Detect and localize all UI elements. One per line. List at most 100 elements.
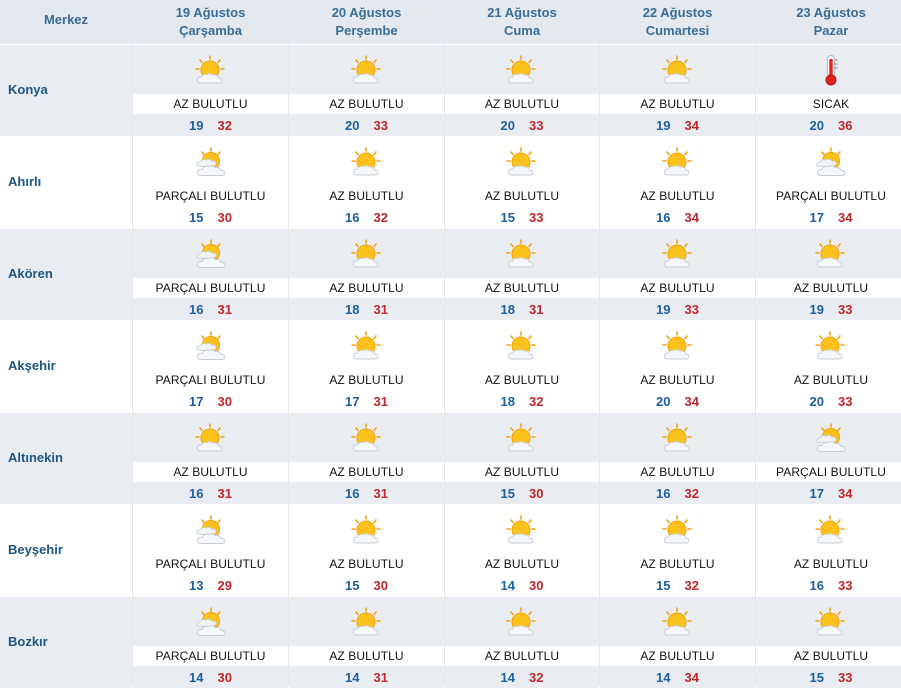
temperature-range: 19 32 <box>133 114 288 136</box>
max-temperature: 33 <box>838 577 853 593</box>
city-cell[interactable]: Akören <box>0 228 132 320</box>
forecast-cell: AZ BULUTLU 16 31 <box>289 412 444 504</box>
min-temperature: 16 <box>656 209 671 225</box>
temperature-range: 15 33 <box>445 206 599 228</box>
partly-sunny-icon <box>445 321 599 370</box>
temperature-range: 19 33 <box>756 298 901 320</box>
city-cell[interactable]: Beyşehir <box>0 504 132 596</box>
forecast-cell: AZ BULUTLU 16 32 <box>289 136 444 228</box>
min-temperature: 19 <box>656 301 671 317</box>
thermometer-hot-icon <box>756 45 901 94</box>
max-temperature: 32 <box>684 485 699 501</box>
forecast-cell: AZ BULUTLU 16 32 <box>600 412 755 504</box>
partly-sunny-icon <box>289 321 444 370</box>
max-temperature: 33 <box>838 301 853 317</box>
weather-description: AZ BULUTLU <box>600 462 755 482</box>
header-date: 21 Ağustos <box>487 5 557 20</box>
weather-description: AZ BULUTLU <box>445 646 599 666</box>
min-temperature: 15 <box>500 209 515 225</box>
max-temperature: 31 <box>373 485 388 501</box>
city-name[interactable]: Akören <box>8 266 53 281</box>
city-name[interactable]: Altınekin <box>8 450 63 465</box>
forecast-cell: AZ BULUTLU 20 33 <box>445 44 599 136</box>
city-name[interactable]: Ahırlı <box>8 174 41 189</box>
max-temperature: 30 <box>217 209 232 225</box>
weather-description: AZ BULUTLU <box>600 94 755 114</box>
weather-description: AZ BULUTLU <box>289 646 444 666</box>
partly-sunny-icon <box>756 321 901 370</box>
weather-description: SICAK <box>756 94 901 114</box>
partly-sunny-icon <box>289 505 444 554</box>
min-temperature: 17 <box>809 485 824 501</box>
partly-sunny-icon <box>289 137 444 186</box>
city-cell[interactable]: Ahırlı <box>0 136 132 228</box>
forecast-cell: AZ BULUTLU 16 34 <box>600 136 755 228</box>
city-name[interactable]: Akşehir <box>8 358 56 373</box>
temperature-range: 20 34 <box>600 390 755 412</box>
forecast-cell: AZ BULUTLU 18 32 <box>445 320 599 412</box>
weather-description: AZ BULUTLU <box>289 94 444 114</box>
temperature-range: 16 31 <box>133 482 288 504</box>
min-temperature: 16 <box>189 485 204 501</box>
min-temperature: 20 <box>656 393 671 409</box>
forecast-cell: AZ BULUTLU 15 30 <box>445 412 599 504</box>
forecast-cell: AZ BULUTLU 20 33 <box>289 44 444 136</box>
partly-sunny-icon <box>756 229 901 278</box>
partly-cloudy-icon <box>756 413 901 462</box>
partly-cloudy-icon <box>133 137 288 186</box>
header-merkez: Merkez <box>0 0 132 44</box>
header-weekday: Cuma <box>503 23 541 38</box>
weather-description: AZ BULUTLU <box>600 370 755 390</box>
partly-sunny-icon <box>445 137 599 186</box>
max-temperature: 31 <box>217 301 232 317</box>
city-name[interactable]: Konya <box>8 82 48 97</box>
weather-description: AZ BULUTLU <box>133 94 288 114</box>
temperature-range: 18 32 <box>445 390 599 412</box>
min-temperature: 14 <box>345 669 360 685</box>
forecast-cell: SICAK 20 36 <box>756 44 901 136</box>
forecast-cell: AZ BULUTLU 18 31 <box>289 228 444 320</box>
weather-description: AZ BULUTLU <box>600 646 755 666</box>
max-temperature: 30 <box>373 577 388 593</box>
min-temperature: 16 <box>345 485 360 501</box>
max-temperature: 31 <box>373 393 388 409</box>
forecast-cell: AZ BULUTLU 17 31 <box>289 320 444 412</box>
min-temperature: 18 <box>500 301 515 317</box>
header-weekday: Cumartesi <box>645 23 710 38</box>
city-cell[interactable]: Altınekin <box>0 412 132 504</box>
partly-sunny-icon <box>133 413 288 462</box>
forecast-table: Merkez 19 Ağustos Çarşamba 20 Ağustos Pe… <box>0 0 901 688</box>
city-name[interactable]: Beyşehir <box>8 542 63 557</box>
forecast-cell: AZ BULUTLU 19 33 <box>756 228 901 320</box>
max-temperature: 33 <box>529 209 544 225</box>
temperature-range: 16 32 <box>289 206 444 228</box>
partly-sunny-icon <box>756 597 901 646</box>
min-temperature: 17 <box>345 393 360 409</box>
forecast-cell: PARÇALI BULUTLU 14 30 <box>133 596 288 688</box>
header-date: 20 Ağustos <box>331 5 402 20</box>
weather-description: AZ BULUTLU <box>600 554 755 574</box>
max-temperature: 36 <box>838 117 853 133</box>
forecast-cell: PARÇALI BULUTLU 17 34 <box>756 136 901 228</box>
header-weekday: Perşembe <box>335 23 398 38</box>
temperature-range: 16 31 <box>133 298 288 320</box>
forecast-cell: AZ BULUTLU 14 32 <box>445 596 599 688</box>
min-temperature: 20 <box>500 117 515 133</box>
city-cell[interactable]: Akşehir <box>0 320 132 412</box>
min-temperature: 20 <box>809 117 824 133</box>
city-cell[interactable]: Bozkır <box>0 596 132 688</box>
min-temperature: 17 <box>809 209 824 225</box>
max-temperature: 33 <box>529 117 544 133</box>
temperature-range: 15 32 <box>600 574 755 596</box>
weather-description: AZ BULUTLU <box>289 278 444 298</box>
min-temperature: 15 <box>809 669 824 685</box>
forecast-cell: AZ BULUTLU 19 33 <box>600 228 755 320</box>
partly-sunny-icon <box>600 45 755 94</box>
min-temperature: 18 <box>345 301 360 317</box>
header-day-2: 20 Ağustos Perşembe <box>289 0 444 44</box>
weather-description: AZ BULUTLU <box>133 462 288 482</box>
city-name[interactable]: Bozkır <box>8 634 48 649</box>
temperature-range: 18 31 <box>445 298 599 320</box>
min-temperature: 14 <box>500 669 515 685</box>
city-cell[interactable]: Konya <box>0 44 132 136</box>
